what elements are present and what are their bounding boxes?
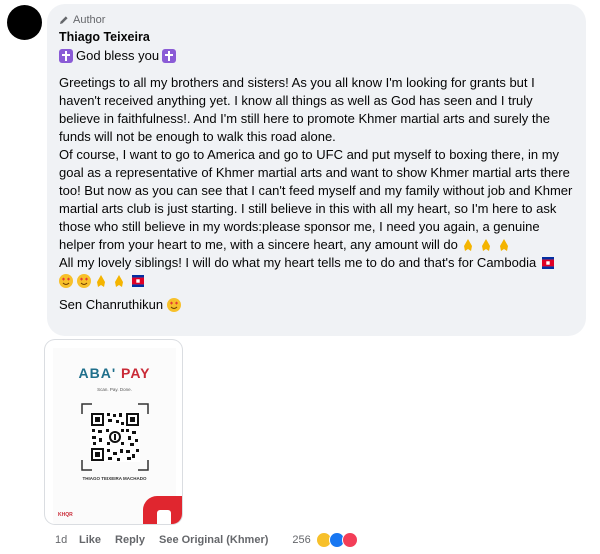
comment-paragraph-text: All my lovely siblings! I will do what m… <box>59 255 537 270</box>
signature-line: Sen Chanruthikun <box>59 296 574 314</box>
comment-paragraph: Greetings to all my brothers and sisters… <box>59 75 550 144</box>
author-badge: Author <box>59 13 574 27</box>
folded-hands-emoji-icon <box>114 275 123 287</box>
qr-code-icon <box>81 403 149 471</box>
khqr-logo: KHQR <box>58 512 73 518</box>
like-button[interactable]: Like <box>79 534 101 546</box>
pencil-icon <box>60 16 68 24</box>
cross-emoji-icon <box>162 49 177 63</box>
heart-eyes-emoji-icon <box>76 274 91 288</box>
heart-eyes-emoji-icon <box>59 274 73 288</box>
love-reaction-icon <box>341 532 358 548</box>
reactions-summary[interactable] <box>314 532 358 548</box>
aba-pay-qr-card: ABA' PAY Scan. Pay. Done. THIAGO TEIXEIR… <box>53 348 182 524</box>
heart-eyes-emoji-icon <box>166 298 181 312</box>
comment-paragraph: Of course, I want to go to America and g… <box>59 146 574 254</box>
folded-hands-emoji-icon <box>97 275 106 287</box>
comment-paragraph: All my lovely siblings! I will do what m… <box>59 254 574 272</box>
attached-image[interactable]: ABA' PAY Scan. Pay. Done. THIAGO TEIXEIR… <box>45 340 182 524</box>
greeting-line: God bless you <box>59 47 574 65</box>
folded-hands-emoji-icon <box>499 239 508 251</box>
reply-button[interactable]: Reply <box>115 534 145 546</box>
greeting-text: God bless you <box>76 48 160 63</box>
signature-text: Sen Chanruthikun <box>59 297 164 312</box>
comment-bubble: Author Thiago Teixeira God bless you Gre… <box>47 4 586 336</box>
cambodia-flag-icon <box>131 275 144 287</box>
folded-hands-emoji-icon <box>464 239 473 251</box>
cross-emoji-icon <box>59 49 73 63</box>
emoji-row <box>59 272 574 290</box>
author-badge-label: Author <box>73 14 106 26</box>
timestamp[interactable]: 1d <box>55 534 79 546</box>
aba-red-graphic <box>143 496 182 524</box>
aba-tagline: Scan. Pay. Done. <box>97 387 132 392</box>
see-original-button[interactable]: See Original (Khmer) <box>159 534 268 546</box>
reaction-count[interactable]: 256 <box>292 534 310 546</box>
cambodia-flag-icon <box>541 257 554 269</box>
folded-hands-emoji-icon <box>482 239 491 251</box>
qr-account-name: THIAGO TEIXEIRA MACHADO <box>82 476 147 481</box>
aba-pay-logo: ABA' PAY <box>78 365 151 381</box>
comment-actions: 1d Like Reply See Original (Khmer) 256 <box>55 532 358 548</box>
comment-paragraph-text: Of course, I want to go to America and g… <box>59 147 573 252</box>
author-name[interactable]: Thiago Teixeira <box>59 30 574 45</box>
avatar[interactable] <box>7 5 42 40</box>
